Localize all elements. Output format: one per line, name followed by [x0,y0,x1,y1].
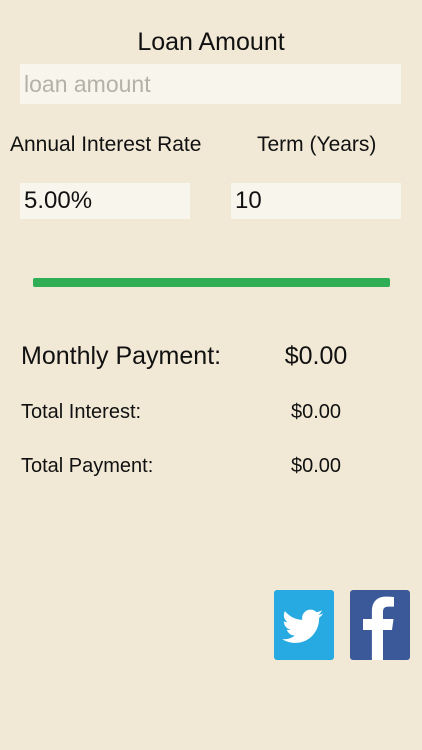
facebook-share-button[interactable] [350,590,410,660]
loan-amount-input[interactable] [20,64,401,104]
facebook-f-icon [363,596,394,660]
interest-rate-label: Annual Interest Rate [10,133,202,156]
interest-rate-input[interactable] [20,183,190,219]
loan-amount-title: Loan Amount [137,28,285,56]
monthly-payment-label: Monthly Payment: [21,342,222,370]
total-payment-label: Total Payment: [21,455,154,477]
total-interest-label: Total Interest: [21,401,142,423]
total-payment-value: $0.00 [290,455,342,477]
progress-bar [33,278,390,287]
term-years-label: Term (Years) [257,133,377,156]
total-interest-value: $0.00 [290,401,342,423]
twitter-share-button[interactable] [274,590,334,660]
twitter-bird-icon [282,609,324,643]
term-years-input[interactable] [231,183,401,219]
monthly-payment-value: $0.00 [284,342,348,370]
progress-bar-fill [33,278,390,287]
